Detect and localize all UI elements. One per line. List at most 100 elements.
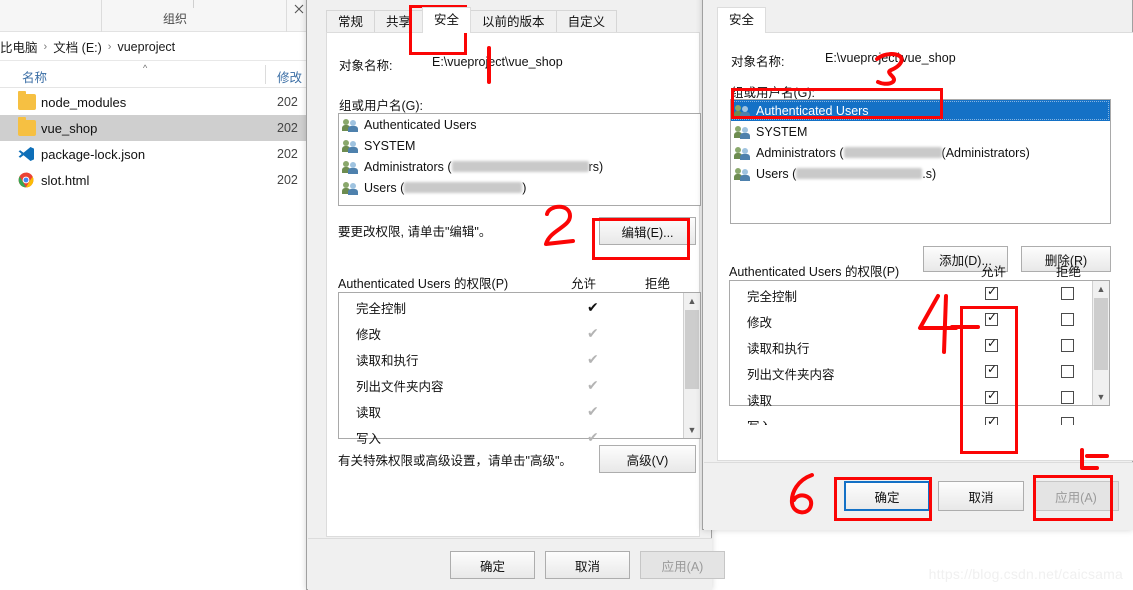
checkmark-icon: ✔	[587, 351, 599, 367]
user-name: Users (	[756, 166, 797, 181]
scroll-down-icon[interactable]: ▼	[684, 422, 700, 438]
permission-name: 列出文件夹内容	[356, 380, 444, 394]
cancel-button[interactable]: 取消	[938, 481, 1024, 511]
allow-checkbox[interactable]	[985, 388, 998, 404]
breadcrumb[interactable]: 比电脑 › 文档 (E:) › vueproject	[0, 33, 306, 61]
list-item[interactable]: Authenticated Users	[731, 100, 1110, 121]
deny-checkbox[interactable]	[1061, 391, 1074, 404]
tab-customize[interactable]: 自定义	[555, 10, 618, 33]
folder-icon	[18, 91, 36, 110]
list-item[interactable]: node_modules 202	[0, 89, 306, 115]
table-row[interactable]: 读取	[730, 385, 1109, 411]
file-name: vue_shop	[41, 120, 98, 136]
permissions-list[interactable]: 完全控制 修改 读取和执行 列出文件夹内容	[729, 280, 1110, 425]
properties-dialog-footer: 确定 取消 应用(A)	[308, 538, 725, 590]
list-item[interactable]: Users ( )	[339, 177, 700, 198]
list-item[interactable]: slot.html 202	[0, 167, 306, 193]
tab-general[interactable]: 常规	[326, 10, 376, 33]
list-item[interactable]: Users ( .s)	[731, 163, 1110, 184]
file-modified-date: 202	[277, 147, 298, 161]
edit-button[interactable]: 编辑(E)...	[599, 217, 696, 245]
table-row[interactable]: 列出文件夹内容	[730, 359, 1109, 385]
chevron-right-icon: ›	[107, 40, 112, 53]
table-row[interactable]: 修改	[730, 307, 1109, 333]
list-item[interactable]: Authenticated Users	[339, 114, 700, 135]
user-name-suffix: (Administrators)	[941, 145, 1030, 160]
breadcrumb-item-1[interactable]: 文档 (E:)	[53, 37, 102, 56]
file-list[interactable]: node_modules 202 vue_shop 202 package-lo…	[0, 89, 306, 209]
table-row[interactable]: 完全控制 ✔	[339, 293, 700, 319]
permissions-tab-panel: 对象名称: E:\vueproject\vue_shop 组或用户名(G): A…	[717, 32, 1133, 461]
list-item[interactable]: Administrators ( (Administrators)	[731, 142, 1110, 163]
table-row[interactable]: 写入	[730, 411, 1109, 425]
users-group-icon	[342, 118, 359, 132]
advanced-button[interactable]: 高级(V)	[599, 445, 696, 473]
breadcrumb-item-2[interactable]: vueproject	[117, 40, 175, 54]
permissions-scrollbar[interactable]: ▲ ▼	[683, 293, 700, 438]
close-icon[interactable]	[292, 2, 306, 16]
group-or-usernames-list[interactable]: Authenticated Users SYSTEM Administrator…	[730, 99, 1111, 224]
cancel-button[interactable]: 取消	[545, 551, 630, 579]
allow-checkbox[interactable]	[985, 362, 998, 378]
checkmark-icon: ✔	[587, 299, 599, 315]
user-name: SYSTEM	[364, 138, 416, 153]
permission-name: 读取和执行	[356, 354, 419, 368]
permission-name: 写入	[747, 416, 772, 425]
list-item[interactable]: package-lock.json 202	[0, 141, 306, 167]
table-row[interactable]: 完全控制	[730, 281, 1109, 307]
list-item[interactable]: vue_shop 202	[0, 115, 306, 141]
properties-tabstrip[interactable]: 常规 共享 安全 以前的版本 自定义	[326, 7, 618, 33]
group-or-usernames-list[interactable]: Authenticated Users SYSTEM Administrator…	[338, 113, 701, 206]
table-row[interactable]: 读取和执行	[730, 333, 1109, 359]
properties-tab-panel: 对象名称: E:\vueproject\vue_shop 组或用户名(G): A…	[326, 32, 701, 537]
deny-checkbox[interactable]	[1061, 339, 1074, 352]
scroll-up-icon[interactable]: ▲	[684, 293, 700, 309]
column-header-modified[interactable]: 修改	[277, 67, 302, 86]
table-row[interactable]: 列出文件夹内容 ✔	[339, 371, 700, 397]
table-row[interactable]: 修改 ✔	[339, 319, 700, 345]
permissions-dialog: 安全 对象名称: E:\vueproject\vue_shop 组或用户名(G)…	[702, 0, 1133, 530]
scrollbar-thumb[interactable]	[685, 310, 699, 389]
allow-checkbox[interactable]	[985, 414, 998, 425]
tab-security[interactable]: 安全	[422, 7, 472, 33]
list-item[interactable]: Administrators ( rs)	[339, 156, 700, 177]
scroll-down-icon[interactable]: ▼	[1093, 389, 1109, 405]
list-item[interactable]: SYSTEM	[339, 135, 700, 156]
tab-previous-versions[interactable]: 以前的版本	[470, 10, 557, 33]
deny-checkbox[interactable]	[1061, 287, 1074, 300]
permissions-list[interactable]: 完全控制 ✔ 修改 ✔ 读取和执行 ✔ 列出文件夹内容 ✔ 读取 ✔ 写入 ✔ …	[338, 292, 701, 446]
permissions-title: Authenticated Users 的权限(P)	[729, 265, 900, 279]
permission-name: 读取和执行	[747, 342, 810, 356]
breadcrumb-item-0[interactable]: 比电脑	[0, 37, 38, 56]
allow-checkbox[interactable]	[985, 336, 998, 352]
column-header-name[interactable]: 名称	[22, 67, 47, 86]
list-item[interactable]: SYSTEM	[731, 121, 1110, 142]
scroll-up-icon[interactable]: ▲	[1093, 281, 1109, 297]
deny-checkbox[interactable]	[1061, 365, 1074, 378]
tab-security[interactable]: 安全	[717, 7, 767, 33]
permissions-scrollbar[interactable]: ▲ ▼	[1092, 281, 1109, 405]
deny-column-header: 拒绝	[645, 277, 671, 291]
tab-sharing[interactable]: 共享	[374, 10, 424, 33]
redacted-text	[451, 161, 589, 172]
deny-checkbox[interactable]	[1061, 313, 1074, 326]
deny-checkbox[interactable]	[1061, 417, 1074, 425]
ribbon-group-organize[interactable]: 组织	[163, 10, 187, 27]
watermark: https://blog.csdn.net/caicsama	[928, 566, 1123, 582]
user-name-suffix: )	[522, 180, 527, 195]
table-row[interactable]: 读取 ✔	[339, 397, 700, 423]
user-name: Users (	[364, 180, 405, 195]
permission-name: 列出文件夹内容	[747, 368, 835, 382]
permissions-tabstrip[interactable]: 安全	[717, 7, 767, 33]
redacted-text	[843, 147, 942, 158]
permission-name: 写入	[356, 432, 382, 446]
scrollbar-thumb[interactable]	[1094, 298, 1108, 370]
permission-name: 读取	[356, 406, 382, 420]
ok-button[interactable]: 确定	[844, 481, 930, 511]
table-row[interactable]: 读取和执行 ✔	[339, 345, 700, 371]
ok-button[interactable]: 确定	[450, 551, 535, 579]
allow-checkbox[interactable]	[985, 284, 998, 300]
redacted-text	[796, 168, 923, 179]
user-name: SYSTEM	[756, 124, 808, 139]
allow-checkbox[interactable]	[985, 310, 998, 326]
